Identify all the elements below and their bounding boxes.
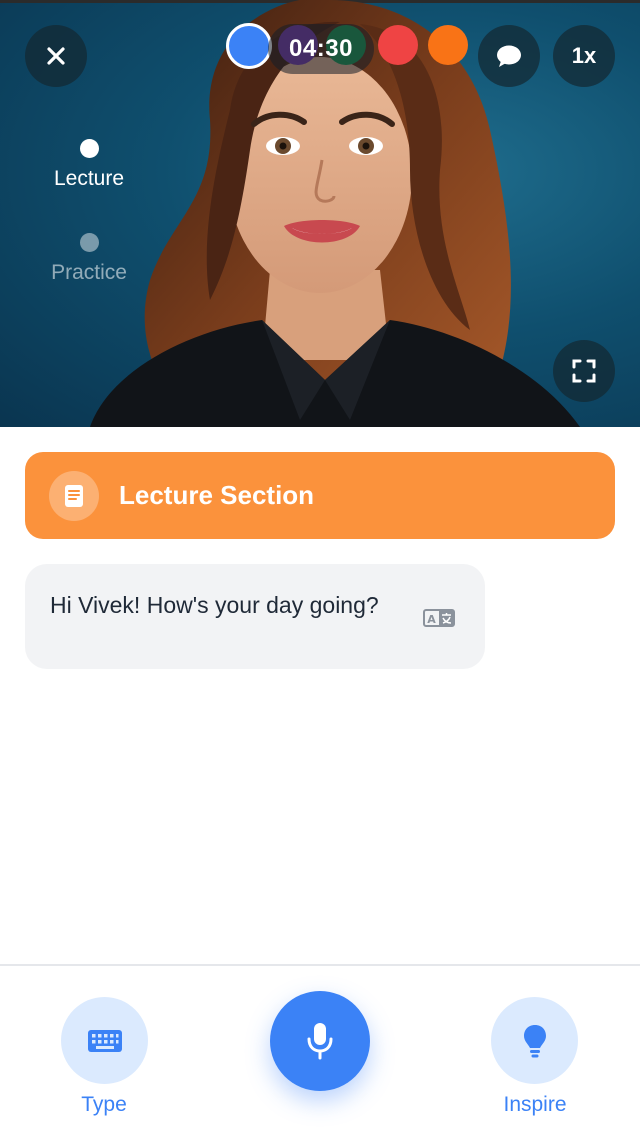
stage-dot-practice (80, 233, 99, 252)
close-icon (47, 47, 65, 65)
type-button[interactable] (61, 997, 148, 1084)
stage-dot-lecture (80, 139, 99, 158)
microphone-button[interactable] (270, 991, 370, 1091)
stage-label-lecture[interactable]: Lecture (19, 167, 159, 191)
session-timer: 04:30 (268, 24, 374, 74)
keyboard-icon (87, 1029, 122, 1052)
message-text: Hi Vivek! How's your day going? (50, 592, 379, 618)
tutor-message-bubble: Hi Vivek! How's your day going? A (25, 564, 485, 669)
fullscreen-icon (572, 359, 596, 383)
stage-label-practice[interactable]: Practice (19, 261, 159, 285)
type-label[interactable]: Type (44, 1093, 164, 1117)
inspire-label[interactable]: Inspire (475, 1093, 595, 1117)
microphone-icon (307, 1023, 333, 1060)
chat-button[interactable] (478, 25, 540, 87)
inspire-button[interactable] (491, 997, 578, 1084)
speed-button[interactable]: 1x (553, 25, 615, 87)
fullscreen-button[interactable] (553, 340, 615, 402)
color-dot-red[interactable] (378, 25, 418, 65)
color-dot-orange[interactable] (428, 25, 468, 65)
speed-label: 1x (571, 43, 597, 68)
lightbulb-icon (523, 1024, 546, 1057)
translate-icon[interactable]: A (423, 608, 455, 628)
svg-text:A: A (427, 613, 436, 626)
chat-icon (497, 45, 521, 67)
color-dot-blue[interactable] (226, 23, 272, 69)
close-button[interactable] (25, 25, 87, 87)
lecture-section-banner: Lecture Section (25, 452, 615, 539)
section-title: Lecture Section (119, 480, 315, 510)
tutor-video: 04:30 1x Lecture Practice (0, 0, 640, 427)
book-icon (49, 470, 99, 521)
